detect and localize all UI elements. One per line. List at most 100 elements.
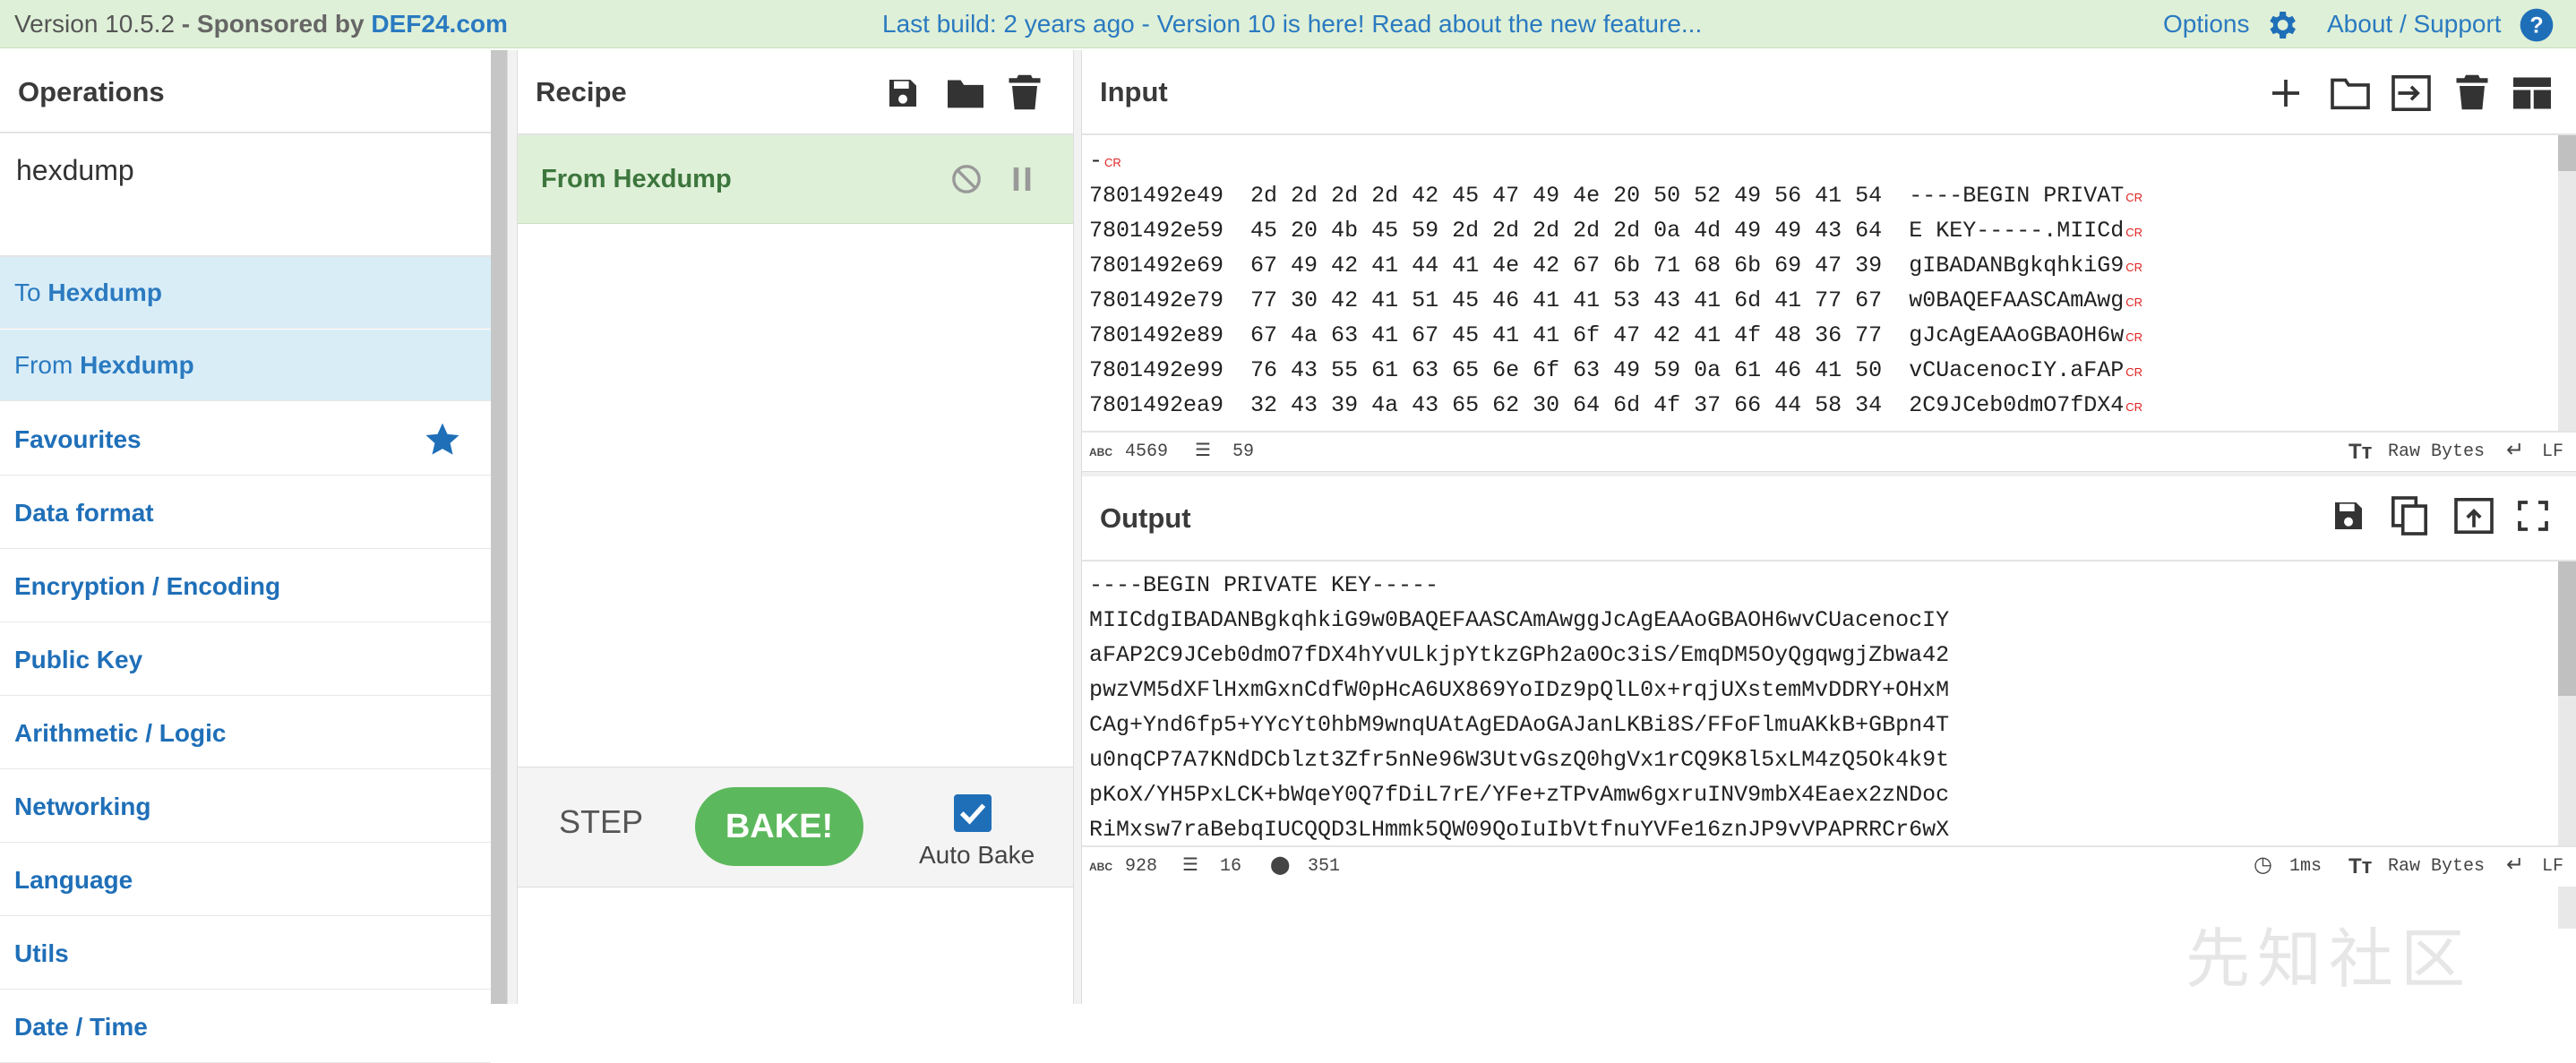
hex-ascii: ----BEGIN PRIVAT bbox=[1909, 183, 2125, 209]
output-status-bar: ABC 928 ☰ 16 ⬤ 351 ◷ 1ms Tт Raw Bytes ↵ … bbox=[1082, 845, 2576, 887]
hex-offset: 7801492e59 bbox=[1089, 218, 1224, 244]
cr-marker: CR bbox=[2125, 226, 2143, 239]
recipe-item-from-hexdump[interactable]: From Hexdump bbox=[518, 135, 1073, 224]
text-format-icon[interactable]: Tт bbox=[2348, 847, 2372, 887]
input-line: - CR bbox=[1089, 143, 1121, 178]
folder-icon[interactable] bbox=[2331, 75, 2370, 111]
result-prefix: From bbox=[14, 351, 81, 379]
bake-button[interactable]: BAKE! bbox=[695, 787, 863, 866]
result-match: Hexdump bbox=[47, 279, 162, 306]
hex-ascii: E KEY-----.MIICd bbox=[1909, 218, 2125, 244]
eol-icon: ↵ bbox=[2506, 440, 2525, 464]
watermark: 先知社区 bbox=[2185, 922, 2473, 997]
position-icon: ⬤ bbox=[1270, 856, 1291, 877]
search-result-from-hexdump[interactable]: From Hexdump bbox=[0, 330, 491, 401]
hex-bytes: 2d 2d 2d 2d 42 45 47 49 4e 20 50 52 49 5… bbox=[1250, 183, 1883, 209]
operations-title: Operations bbox=[18, 76, 165, 107]
result-prefix: To bbox=[14, 279, 48, 306]
about-support-link[interactable]: About / Support bbox=[2327, 0, 2502, 48]
version-label: Version 10.5.2 bbox=[14, 10, 176, 38]
sponsor-link[interactable]: DEF24.com bbox=[371, 10, 508, 38]
category-favourites[interactable]: Favourites bbox=[0, 404, 491, 476]
operation-search-input[interactable] bbox=[14, 153, 466, 188]
operations-panel: Operations To Hexdump From Hexdump Favou… bbox=[0, 50, 491, 1063]
save-icon[interactable] bbox=[885, 75, 921, 111]
bake-time: 1ms bbox=[2289, 856, 2323, 877]
input-lines: 59 bbox=[1232, 441, 1255, 462]
category-utils[interactable]: Utils bbox=[0, 918, 491, 990]
folder-icon[interactable] bbox=[946, 75, 985, 111]
trash-icon[interactable] bbox=[1009, 73, 1041, 111]
input-line: 7801492e59 45 20 4b 45 59 2d 2d 2d 2d 2d… bbox=[1089, 213, 2142, 248]
input-scroll-thumb[interactable] bbox=[2558, 135, 2576, 171]
output-title: Output bbox=[1100, 502, 1191, 534]
hex-ascii: 2C9JCeb0dmO7fDX4 bbox=[1909, 392, 2125, 418]
category-date-time[interactable]: Date / Time bbox=[0, 991, 491, 1063]
category-encryption-encoding[interactable]: Encryption / Encoding bbox=[0, 551, 491, 622]
save-icon[interactable] bbox=[2331, 498, 2366, 534]
search-result-to-hexdump[interactable]: To Hexdump bbox=[0, 257, 491, 329]
cr-marker: CR bbox=[2125, 191, 2143, 204]
panel-resizer[interactable] bbox=[1073, 50, 1082, 1004]
step-button[interactable]: STEP bbox=[559, 803, 643, 841]
input-line: 7801492e79 77 30 42 41 51 45 46 41 41 53… bbox=[1089, 283, 2142, 318]
category-networking[interactable]: Networking bbox=[0, 771, 491, 843]
input-length: 4569 bbox=[1125, 441, 1169, 462]
category-public-key[interactable]: Public Key bbox=[0, 624, 491, 696]
hex-offset: 7801492e89 bbox=[1089, 322, 1224, 348]
output-eol[interactable]: LF bbox=[2542, 847, 2563, 887]
replace-input-icon[interactable] bbox=[2454, 498, 2494, 534]
output-line: pKoX/YH5PxLCK+bWqeY0Q7fDiL7rE/YFe+zTPvAm… bbox=[1089, 782, 1950, 808]
help-icon[interactable]: ? bbox=[2519, 7, 2555, 43]
text-format-icon[interactable]: Tт bbox=[2348, 433, 2372, 472]
input-panel: Input - CR 7801492e49 2d 2d 2d 2d 42 45 4… bbox=[1082, 50, 2576, 472]
output-scroll-thumb[interactable] bbox=[2558, 562, 2576, 696]
recipe-title: Recipe bbox=[536, 76, 627, 107]
hex-bytes: 45 20 4b 45 59 2d 2d 2d 2d 2d 0a 4d 49 4… bbox=[1250, 218, 1883, 244]
category-label: Favourites bbox=[14, 425, 142, 453]
build-notice-link[interactable]: Last build: 2 years ago - Version 10 is … bbox=[882, 0, 1702, 48]
pause-icon[interactable] bbox=[1011, 167, 1033, 191]
input-line: 7801492e89 67 4a 63 41 67 45 41 41 6f 47… bbox=[1089, 318, 2142, 353]
length-label: ABC bbox=[1089, 446, 1112, 459]
options-link[interactable]: Options bbox=[2163, 0, 2250, 48]
hex-offset: 7801492e99 bbox=[1089, 357, 1224, 383]
output-format[interactable]: Raw Bytes bbox=[2388, 847, 2485, 887]
output-line: ----BEGIN PRIVATE KEY----- bbox=[1089, 572, 1439, 598]
panel-resizer[interactable] bbox=[507, 50, 518, 1004]
category-arithmetic-logic[interactable]: Arithmetic / Logic bbox=[0, 698, 491, 769]
recipe-item-label: From Hexdump bbox=[541, 165, 732, 193]
hex-bytes: 32 43 39 4a 43 65 62 30 64 6d 4f 37 66 4… bbox=[1250, 392, 1883, 418]
input-scrollbar[interactable] bbox=[2558, 135, 2576, 431]
hex-bytes: 77 30 42 41 51 45 46 41 41 53 43 41 6d 4… bbox=[1250, 287, 1883, 313]
hex-ascii: w0BAQEFAASCAmAwg bbox=[1909, 287, 2125, 313]
input-status-bar: ABC 4569 ☰ 59 Tт Raw Bytes ↵ LF bbox=[1082, 431, 2576, 472]
operations-scrollbar[interactable] bbox=[491, 50, 507, 1004]
swap-icon[interactable] bbox=[2391, 75, 2431, 111]
output-position: 351 bbox=[1308, 856, 1341, 877]
layout-icon[interactable] bbox=[2513, 77, 2551, 109]
plus-icon[interactable] bbox=[2270, 77, 2302, 109]
clock-icon: ◷ bbox=[2254, 854, 2272, 879]
svg-text:?: ? bbox=[2529, 13, 2543, 38]
disable-icon[interactable] bbox=[951, 164, 982, 194]
category-language[interactable]: Language bbox=[0, 844, 491, 916]
recipe-panel: Recipe From Hexdump STEP BAKE! Auto Bake bbox=[518, 50, 1073, 1004]
category-data-format[interactable]: Data format bbox=[0, 477, 491, 549]
lines-icon: ☰ bbox=[1182, 856, 1198, 877]
hex-bytes: 76 43 55 61 63 65 6e 6f 63 49 59 0a 61 4… bbox=[1250, 357, 1883, 383]
input-format[interactable]: Raw Bytes bbox=[2388, 433, 2485, 472]
maximize-icon[interactable] bbox=[2517, 500, 2549, 532]
result-match: Hexdump bbox=[80, 351, 194, 379]
cr-marker: CR bbox=[2125, 330, 2143, 344]
input-eol[interactable]: LF bbox=[2542, 433, 2563, 472]
hex-bytes: 67 49 42 41 44 41 4e 42 67 6b 71 68 6b 6… bbox=[1250, 253, 1883, 279]
auto-bake-label: Auto Bake bbox=[919, 841, 1035, 869]
copy-icon[interactable] bbox=[2391, 496, 2427, 536]
auto-bake-checkbox[interactable] bbox=[954, 794, 992, 832]
hex-offset: 7801492e69 bbox=[1089, 253, 1224, 279]
trash-icon[interactable] bbox=[2456, 73, 2488, 111]
output-header: Output bbox=[1082, 476, 2576, 562]
gear-icon[interactable] bbox=[2263, 7, 2299, 43]
lines-icon: ☰ bbox=[1195, 441, 1211, 462]
